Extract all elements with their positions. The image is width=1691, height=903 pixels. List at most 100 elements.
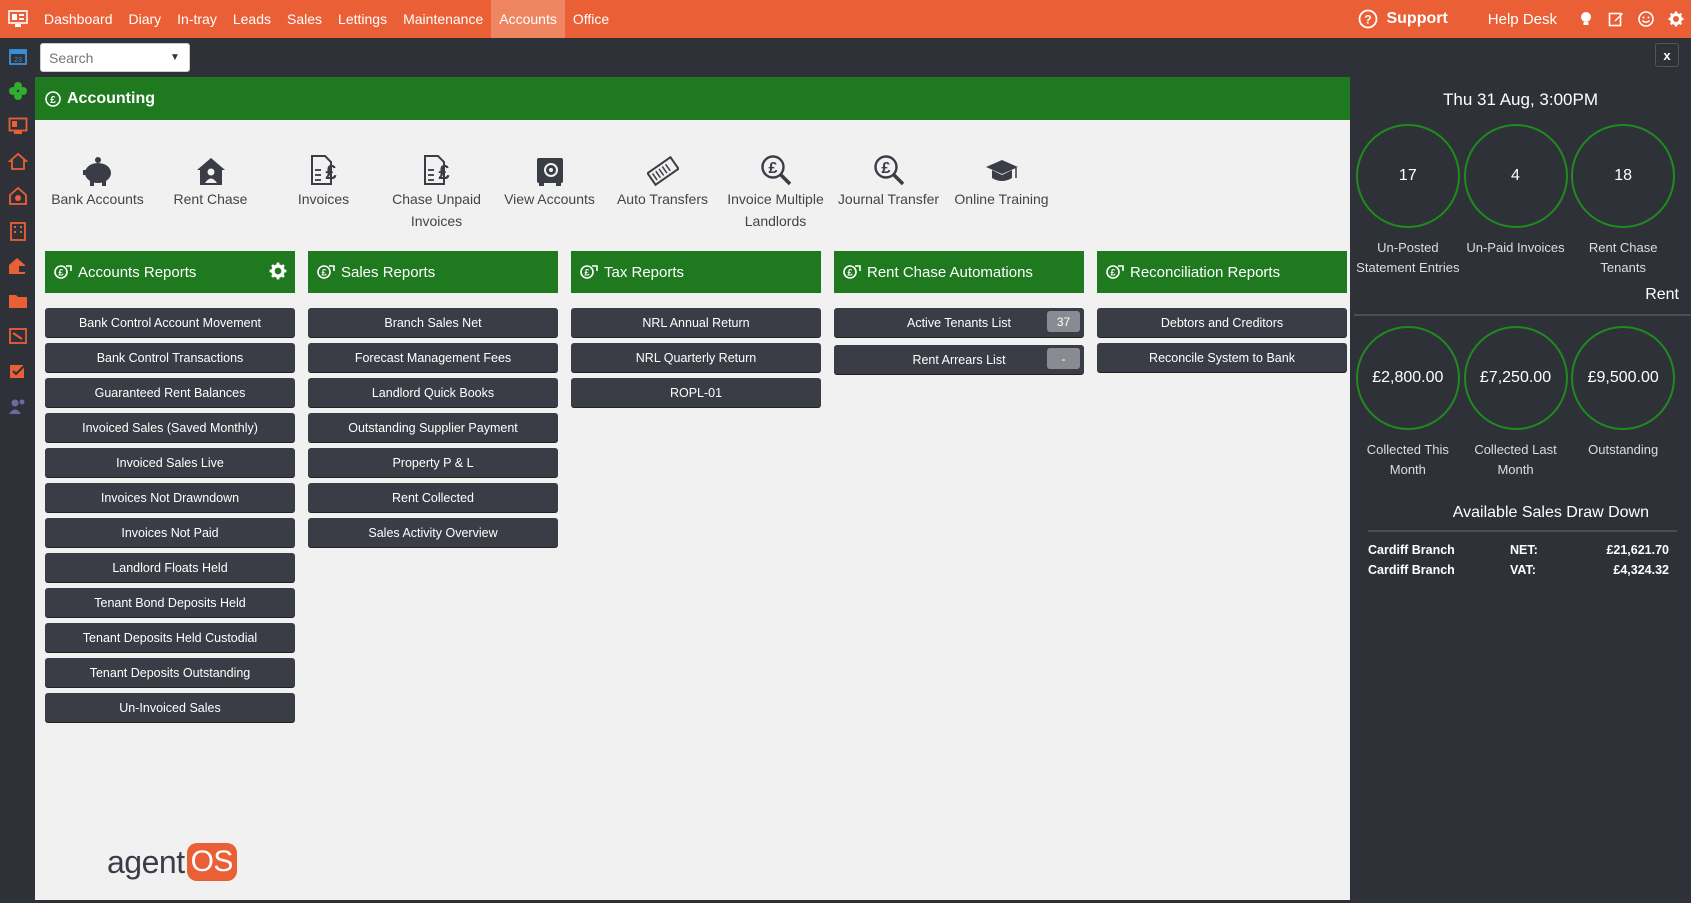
nav-sales[interactable]: Sales xyxy=(279,0,330,38)
support-button[interactable]: ? Support xyxy=(1358,9,1448,29)
edit-icon[interactable] xyxy=(1601,11,1631,27)
report-button[interactable]: NRL Quarterly Return xyxy=(571,343,821,372)
tool-online-training[interactable]: Online Training xyxy=(945,144,1058,232)
settings-gear-icon[interactable] xyxy=(269,262,287,284)
report-button[interactable]: Un-Invoiced Sales xyxy=(45,693,295,722)
folder-icon[interactable] xyxy=(0,283,35,318)
clover-icon[interactable] xyxy=(0,73,35,108)
report-button[interactable]: Invoiced Sales Live xyxy=(45,448,295,477)
house-money-icon[interactable] xyxy=(0,248,35,283)
report-button[interactable]: ROPL-01 xyxy=(571,378,821,407)
top-nav-bar: Dashboard Diary In-tray Leads Sales Lett… xyxy=(0,0,1691,38)
tool-bank-accounts[interactable]: Bank Accounts xyxy=(41,144,154,232)
report-button[interactable]: Reconcile System to Bank xyxy=(1097,343,1347,372)
report-button[interactable]: Landlord Floats Held xyxy=(45,553,295,582)
nav-accounts[interactable]: Accounts xyxy=(491,0,565,38)
report-button[interactable]: NRL Annual Return xyxy=(571,308,821,337)
tool-view-accounts[interactable]: View Accounts xyxy=(493,144,606,232)
support-label: Support xyxy=(1386,10,1448,27)
lightbulb-icon[interactable] xyxy=(1571,11,1601,27)
drawdown-title: Available Sales Draw Down xyxy=(1368,504,1677,532)
pound-circle-icon: £ xyxy=(45,90,61,107)
report-button[interactable]: Landlord Quick Books xyxy=(308,378,558,407)
report-button[interactable]: Tenant Bond Deposits Held xyxy=(45,588,295,617)
active-tenants-list-button[interactable]: Active Tenants List 37 xyxy=(834,308,1084,337)
svg-text:23: 23 xyxy=(14,57,22,64)
report-label: Active Tenants List xyxy=(907,315,1011,330)
rent-collected-last-month[interactable]: £7,250.00 Collected Last Month xyxy=(1462,326,1570,480)
nav-dashboard[interactable]: Dashboard xyxy=(36,0,121,38)
stat-unposted-entries[interactable]: 17 Un-Posted Statement Entries xyxy=(1354,124,1462,278)
tax-reports-list: NRL Annual Return NRL Quarterly Return R… xyxy=(571,308,821,407)
report-button[interactable]: Forecast Management Fees xyxy=(308,343,558,372)
help-circle-icon: ? xyxy=(1359,9,1378,29)
svg-text:£: £ xyxy=(768,160,777,177)
rent-outstanding[interactable]: £9,500.00 Outstanding xyxy=(1569,326,1677,480)
users-icon[interactable] xyxy=(0,388,35,423)
drawdown-type: VAT: xyxy=(1510,563,1536,577)
tool-rent-chase[interactable]: Rent Chase xyxy=(154,144,267,232)
settings-gear-icon[interactable] xyxy=(1661,11,1691,27)
report-button[interactable]: Rent Collected xyxy=(308,483,558,512)
nav-diary[interactable]: Diary xyxy=(121,0,170,38)
report-button[interactable]: Bank Control Transactions xyxy=(45,343,295,372)
safe-icon xyxy=(493,144,606,186)
group-title: Reconciliation Reports xyxy=(1130,263,1281,281)
report-button[interactable]: Guaranteed Rent Balances xyxy=(45,378,295,407)
accounting-panel: £ Accounting Bank Accounts Rent Chase £ … xyxy=(35,77,1350,900)
tool-label: Invoice Multiple Landlords xyxy=(727,191,824,229)
nav-lettings[interactable]: Lettings xyxy=(330,0,395,38)
nav-in-tray[interactable]: In-tray xyxy=(169,0,225,38)
rent-arrears-list-button[interactable]: Rent Arrears List - xyxy=(834,345,1084,374)
report-button[interactable]: Branch Sales Net xyxy=(308,308,558,337)
chevron-down-icon[interactable]: ▼ xyxy=(161,52,189,63)
nav-leads[interactable]: Leads xyxy=(225,0,279,38)
smiley-icon[interactable] xyxy=(1631,11,1661,27)
stat-label: Un-Posted Statement Entries xyxy=(1356,240,1460,275)
transfer-icon[interactable] xyxy=(0,318,35,353)
task-check-icon[interactable] xyxy=(0,353,35,388)
group-title: Sales Reports xyxy=(341,263,436,281)
tool-auto-transfers[interactable]: Auto Transfers xyxy=(606,144,719,232)
help-desk-link[interactable]: Help Desk xyxy=(1488,11,1557,28)
invoice-pound-icon: £ xyxy=(380,144,493,186)
stat-label: Un-Paid Invoices xyxy=(1466,240,1565,255)
report-button[interactable]: Property P & L xyxy=(308,448,558,477)
drawdown-branch: Cardiff Branch xyxy=(1368,563,1455,577)
rent-label: Outstanding xyxy=(1588,442,1659,457)
report-button[interactable]: Invoices Not Drawndown xyxy=(45,483,295,512)
stat-value: 17 xyxy=(1355,124,1460,228)
building-icon[interactable] xyxy=(0,213,35,248)
nav-maintenance[interactable]: Maintenance xyxy=(395,0,491,38)
money-transfer-icon xyxy=(606,144,719,186)
report-button[interactable]: Invoiced Sales (Saved Monthly) xyxy=(45,413,295,442)
report-button[interactable]: Tenant Deposits Outstanding xyxy=(45,658,295,687)
report-button[interactable]: Invoices Not Paid xyxy=(45,518,295,547)
agentos-logo: agent OS xyxy=(107,843,237,881)
report-button[interactable]: Tenant Deposits Held Custodial xyxy=(45,623,295,652)
search-input[interactable] xyxy=(41,49,161,66)
calendar-icon[interactable]: 23 xyxy=(0,38,35,73)
tool-journal-transfer[interactable]: £ Journal Transfer xyxy=(832,144,945,232)
report-button[interactable]: Sales Activity Overview xyxy=(308,518,558,547)
tool-invoices[interactable]: £ Invoices xyxy=(267,144,380,232)
rent-section-title: Rent xyxy=(1354,286,1691,316)
house-settings-icon[interactable] xyxy=(0,178,35,213)
tool-label: View Accounts xyxy=(504,191,595,207)
rent-collected-this-month[interactable]: £2,800.00 Collected This Month xyxy=(1354,326,1462,480)
house-icon[interactable] xyxy=(0,143,35,178)
monitor-listing-icon[interactable] xyxy=(0,108,35,143)
stat-unpaid-invoices[interactable]: 4 Un-Paid Invoices xyxy=(1462,124,1570,278)
report-pound-icon: £ xyxy=(54,265,72,279)
search-pound-icon: £ xyxy=(719,144,832,186)
nav-office[interactable]: Office xyxy=(565,0,617,38)
app-logo-icon[interactable] xyxy=(0,0,36,38)
tool-chase-unpaid-invoices[interactable]: £ Chase Unpaid Invoices xyxy=(380,144,493,232)
close-button[interactable]: x xyxy=(1655,43,1679,67)
group-title: Tax Reports xyxy=(604,263,685,281)
tool-invoice-multiple-landlords[interactable]: £ Invoice Multiple Landlords xyxy=(719,144,832,232)
report-button[interactable]: Bank Control Account Movement xyxy=(45,308,295,337)
stat-rent-chase-tenants[interactable]: 18 Rent Chase Tenants xyxy=(1569,124,1677,278)
report-button[interactable]: Debtors and Creditors xyxy=(1097,308,1347,337)
report-button[interactable]: Outstanding Supplier Payment xyxy=(308,413,558,442)
